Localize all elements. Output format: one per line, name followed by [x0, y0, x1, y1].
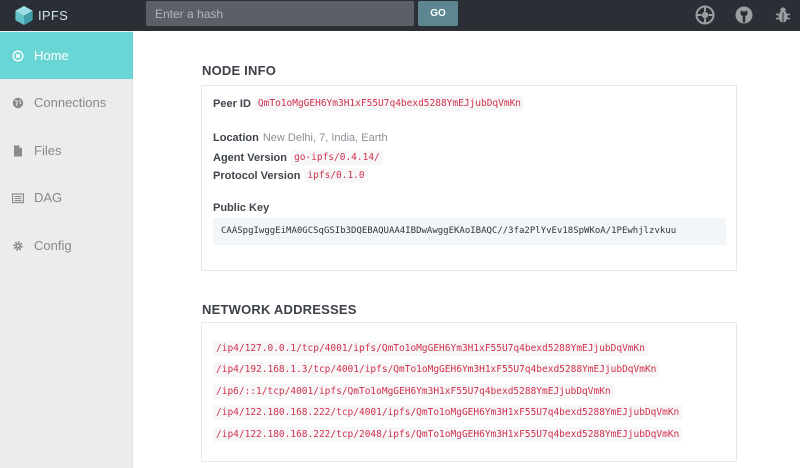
bug-icon[interactable]	[773, 5, 793, 25]
dag-list-icon	[12, 192, 24, 204]
node-info-panel: Peer ID QmTo1oMgGEH6Ym3H1xF55U7q4bexd528…	[201, 85, 737, 271]
brand-logo[interactable]: IPFS	[14, 4, 68, 26]
sidebar-item-label: Connections	[34, 95, 107, 110]
network-addresses-title: NETWORK ADDRESSES	[202, 302, 357, 317]
peer-id-value: QmTo1oMgGEH6Ym3H1xF55U7q4bexd5288YmEJjub…	[254, 96, 525, 111]
main-content: NODE INFO Peer ID QmTo1oMgGEH6Ym3H1xF55U…	[134, 31, 800, 468]
ipfs-cube-icon	[15, 5, 33, 25]
protocol-version-value: ipfs/0.1.0	[304, 168, 368, 183]
sidebar-item-files[interactable]: Files	[0, 127, 133, 174]
top-bar: IPFS GO	[0, 0, 800, 31]
github-icon[interactable]	[734, 5, 754, 25]
sidebar-item-label: Files	[34, 143, 62, 158]
agent-version-value: go-ipfs/0.4.14/	[290, 150, 383, 165]
sidebar-item-label: Config	[34, 238, 72, 253]
location-row: Location New Delhi, 7, India, Earth	[213, 132, 388, 144]
agent-version-row: Agent Version go-ipfs/0.4.14/	[213, 150, 383, 165]
node-info-title: NODE INFO	[202, 63, 277, 78]
sidebar-item-config[interactable]: Config	[0, 222, 133, 269]
settings-wheel-icon[interactable]	[695, 5, 715, 25]
protocol-version-row: Protocol Version ipfs/0.1.0	[213, 168, 368, 183]
protocol-version-label: Protocol Version	[213, 169, 301, 182]
sidebar: Home Connections Files DAG Config	[0, 31, 133, 468]
sidebar-item-label: DAG	[34, 190, 63, 205]
go-button[interactable]: GO	[418, 1, 458, 26]
network-address: /ip4/192.168.1.3/tcp/4001/ipfs/QmTo1oMgG…	[213, 362, 660, 377]
location-label: Location	[213, 132, 259, 144]
agent-version-label: Agent Version	[213, 151, 287, 164]
brand-name: IPFS	[38, 7, 69, 23]
public-key-label: Public Key	[213, 202, 270, 214]
sidebar-item-connections[interactable]: Connections	[0, 79, 133, 126]
public-key-row: Public Key	[213, 202, 273, 214]
peer-id-row: Peer ID QmTo1oMgGEH6Ym3H1xF55U7q4bexd528…	[213, 96, 525, 111]
home-target-icon	[12, 50, 24, 62]
sidebar-item-label: Home	[34, 48, 69, 63]
network-address: /ip4/122.180.168.222/tcp/2048/ipfs/QmTo1…	[213, 427, 683, 442]
sidebar-item-dag[interactable]: DAG	[0, 174, 133, 221]
network-addresses-panel: /ip4/127.0.0.1/tcp/4001/ipfs/QmTo1oMgGEH…	[201, 322, 737, 462]
public-key-value[interactable]: CAASpgIwggEiMA0GCSqGSIb3DQEBAQUAA4IBDwAw…	[213, 218, 726, 245]
file-icon	[12, 145, 24, 157]
network-address: /ip6/::1/tcp/4001/ipfs/QmTo1oMgGEH6Ym3H1…	[213, 384, 614, 399]
sidebar-item-home[interactable]: Home	[0, 32, 133, 79]
location-value: New Delhi, 7, India, Earth	[262, 132, 388, 144]
hash-search-input[interactable]	[146, 1, 414, 26]
gear-icon	[12, 240, 24, 252]
network-address: /ip4/127.0.0.1/tcp/4001/ipfs/QmTo1oMgGEH…	[213, 341, 648, 356]
globe-icon	[12, 97, 24, 109]
network-address: /ip4/122.180.168.222/tcp/4001/ipfs/QmTo1…	[213, 405, 683, 420]
peer-id-label: Peer ID	[213, 97, 251, 110]
